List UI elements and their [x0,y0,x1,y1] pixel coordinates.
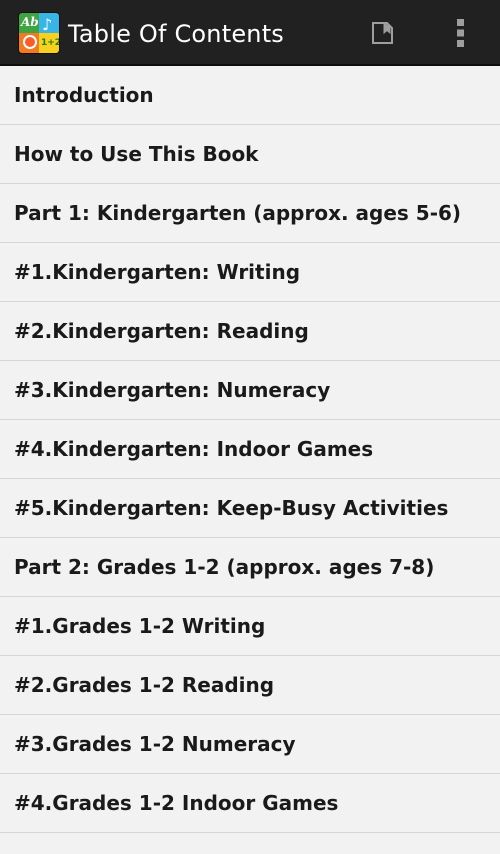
toc-item-g12-reading[interactable]: #2.Grades 1-2 Reading [0,656,500,715]
overflow-menu-icon [457,19,464,47]
toc-list: Introduction How to Use This Book Part 1… [0,66,500,833]
toc-item-part-2[interactable]: Part 2: Grades 1-2 (approx. ages 7-8) [0,538,500,597]
toc-item-k-reading[interactable]: #2.Kindergarten: Reading [0,302,500,361]
app-logo-icon[interactable]: Ab ♪ 1+2 [19,13,59,53]
toc-item-k-writing[interactable]: #1.Kindergarten: Writing [0,243,500,302]
bookmark-icon [372,22,393,44]
toc-item-label: #1.Grades 1-2 Writing [14,614,266,638]
toc-item-g12-numeracy[interactable]: #3.Grades 1-2 Numeracy [0,715,500,774]
toc-item-introduction[interactable]: Introduction [0,66,500,125]
action-bar: Ab ♪ 1+2 Table Of Contents [0,0,500,66]
toc-item-label: #4.Grades 1-2 Indoor Games [14,791,339,815]
toc-item-label: #1.Kindergarten: Writing [14,260,301,284]
toc-item-label: #5.Kindergarten: Keep-Busy Activities [14,496,449,520]
toc-item-k-indoor-games[interactable]: #4.Kindergarten: Indoor Games [0,420,500,479]
toc-item-label: #3.Kindergarten: Numeracy [14,378,331,402]
overflow-menu-button[interactable] [441,13,481,53]
toc-item-label: Introduction [14,83,154,107]
toc-item-part-1[interactable]: Part 1: Kindergarten (approx. ages 5-6) [0,184,500,243]
toc-item-g12-indoor-games[interactable]: #4.Grades 1-2 Indoor Games [0,774,500,833]
toc-item-label: #3.Grades 1-2 Numeracy [14,732,296,756]
toc-item-k-keep-busy[interactable]: #5.Kindergarten: Keep-Busy Activities [0,479,500,538]
toc-item-k-numeracy[interactable]: #3.Kindergarten: Numeracy [0,361,500,420]
page-title: Table Of Contents [68,20,285,48]
bookmark-button[interactable] [363,13,403,53]
toc-item-label: #2.Grades 1-2 Reading [14,673,275,697]
toc-item-label: How to Use This Book [14,142,259,166]
toc-item-label: #4.Kindergarten: Indoor Games [14,437,374,461]
toc-item-how-to-use[interactable]: How to Use This Book [0,125,500,184]
toc-item-label: Part 1: Kindergarten (approx. ages 5-6) [14,201,462,225]
toc-item-label: #2.Kindergarten: Reading [14,319,309,343]
toc-item-label: Part 2: Grades 1-2 (approx. ages 7-8) [14,555,435,579]
toc-item-g12-writing[interactable]: #1.Grades 1-2 Writing [0,597,500,656]
